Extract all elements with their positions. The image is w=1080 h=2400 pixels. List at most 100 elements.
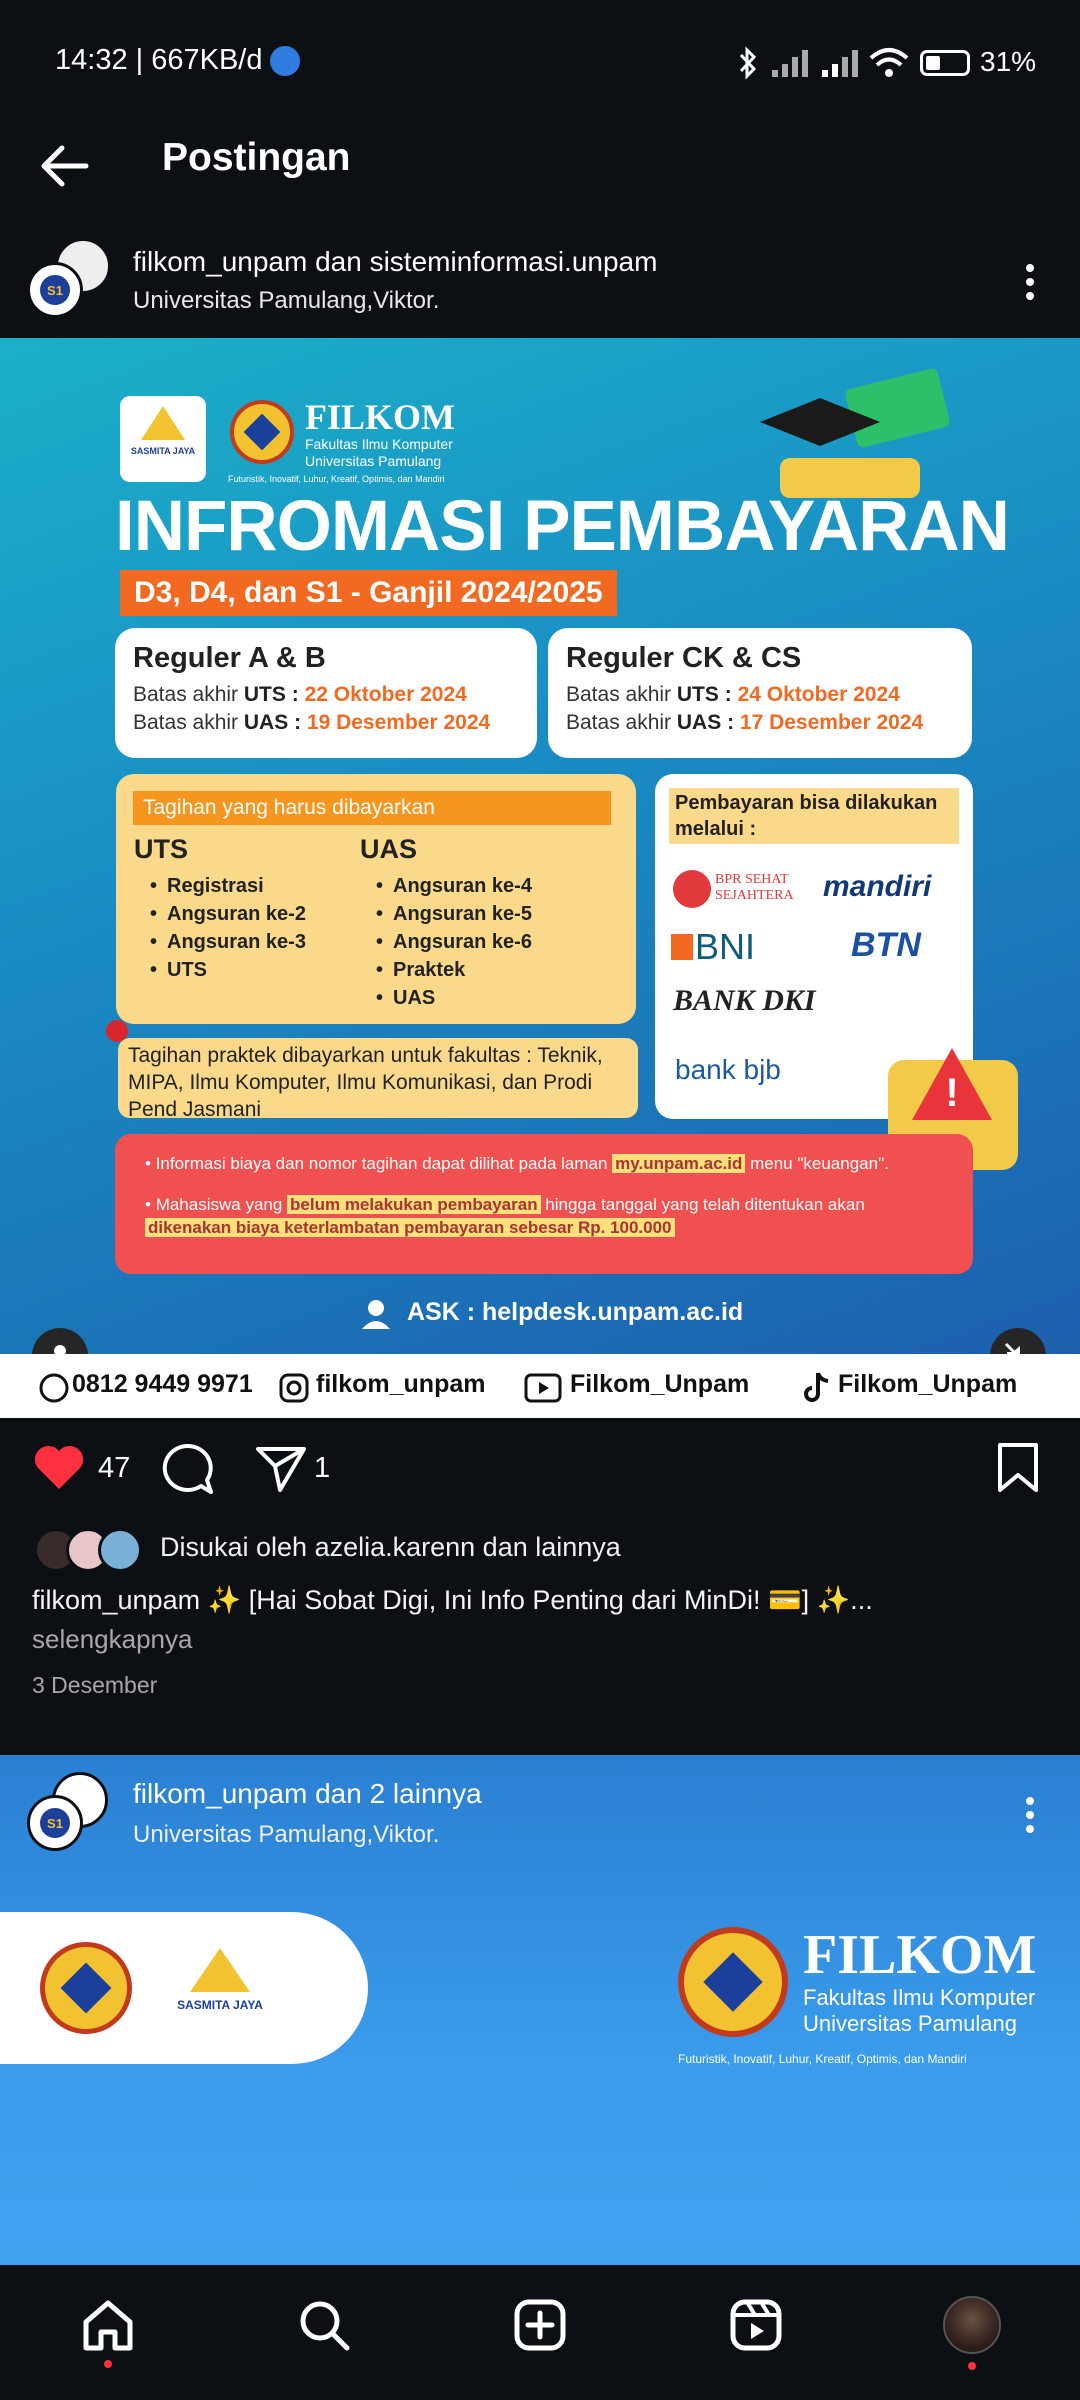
uts-list: Registrasi Angsuran ke-2 Angsuran ke-3 U… — [150, 872, 306, 984]
avatar[interactable]: S1 — [27, 1795, 83, 1851]
status-time: 14:32 | 667KB/d — [55, 44, 263, 76]
bank-btn: BTN — [851, 926, 921, 964]
nav-home[interactable] — [78, 2295, 138, 2355]
ask-helpdesk: ASK : helpdesk.unpam.ac.id — [407, 1298, 744, 1326]
liked-by-text: Disukai oleh azelia.karenn dan lainnya — [160, 1532, 621, 1562]
bottom-nav — [0, 2265, 1080, 2400]
liker-avatar-3 — [98, 1528, 142, 1572]
social-strip: 0812 9449 9971 filkom_unpam Filkom_Unpam… — [0, 1354, 1080, 1418]
info1-text: Informasi biaya dan nomor tagihan dapat … — [155, 1154, 613, 1173]
page-title: Postingan — [162, 136, 351, 179]
filkom-emblem — [230, 400, 294, 464]
post-location[interactable]: Universitas Pamulang,Viktor. — [133, 287, 439, 315]
bank-mandiri: mandiri — [823, 870, 932, 903]
info1-link: my.unpam.ac.id — [612, 1154, 746, 1173]
more-options-icon[interactable] — [1020, 260, 1040, 304]
info-item-1: • Informasi biaya dan nomor tagihan dapa… — [145, 1154, 889, 1173]
filkom-emblem-right — [678, 1927, 788, 2037]
reguler-ab-uas-date: 19 Desember 2024 — [306, 711, 491, 734]
battery-icon — [920, 50, 970, 76]
top-bar: Postingan — [0, 120, 1080, 220]
uas-item: Angsuran ke-6 — [376, 928, 532, 956]
signal-icon-2 — [822, 50, 858, 77]
reguler-ck-uas-prefix: Batas akhir — [566, 711, 677, 734]
sasmita-label: SASMITA JAYA — [177, 1998, 263, 2012]
helpdesk-icon — [362, 1300, 390, 1329]
instagram-icon — [279, 1373, 309, 1403]
post-location[interactable]: Universitas Pamulang,Viktor. — [133, 1821, 439, 1849]
poster-heading: INFROMASI PEMBAYARAN — [115, 487, 1010, 566]
tagihan-box: Tagihan yang harus dibayarkan UTS Regist… — [116, 774, 636, 1024]
info2-text-2: hingga tanggal yang telah ditentukan aka… — [540, 1195, 865, 1214]
s1-logo-icon: S1 — [40, 275, 70, 305]
post-username[interactable]: filkom_unpam dan sisteminformasi.unpam — [133, 246, 657, 278]
reguler-ab-uts-prefix: Batas akhir — [133, 683, 244, 706]
reguler-ab-uts-date: 22 Oktober 2024 — [304, 683, 467, 706]
nav-create[interactable] — [510, 2295, 570, 2355]
social-tiktok: Filkom_Unpam — [838, 1370, 1018, 1398]
filkom-sub2: Universitas Pamulang — [305, 453, 442, 469]
reguler-ck-title: Reguler CK & CS — [566, 642, 802, 674]
reels-icon — [730, 2299, 782, 2351]
post-caption[interactable]: filkom_unpam ✨ [Hai Sobat Digi, Ini Info… — [32, 1584, 1042, 1616]
wifi-icon — [869, 48, 909, 77]
reguler-ab-card: Reguler A & B Batas akhir UTS : 22 Oktob… — [115, 628, 537, 758]
info2-highlight-2: dikenakan biaya keterlambatan pembayaran… — [145, 1218, 675, 1237]
caption-more-link[interactable]: selengkapnya — [32, 1624, 192, 1655]
filkom-emblem — [40, 1942, 132, 2034]
s1-logo-icon: S1 — [40, 1808, 70, 1838]
add-post-icon — [514, 2299, 566, 2351]
nav-profile[interactable] — [942, 2295, 1002, 2355]
liked-by-row[interactable]: Disukai oleh azelia.karenn dan lainnya — [0, 1520, 1080, 1580]
tagihan-title: Tagihan yang harus dibayarkan — [133, 791, 611, 825]
filkom-title: FILKOM — [803, 1924, 1037, 1986]
nav-search[interactable] — [294, 2295, 354, 2355]
sasmita-logo: SASMITA JAYA — [165, 1948, 275, 2012]
praktek-note: Tagihan praktek dibayarkan untuk fakulta… — [118, 1038, 638, 1121]
reguler-ab-title: Reguler A & B — [133, 642, 326, 674]
reguler-ab-uas-prefix: Batas akhir — [133, 711, 244, 734]
reguler-ck-uas-label: UAS : — [676, 711, 740, 734]
bank-bni: BNI — [695, 926, 756, 967]
uas-title: UAS — [360, 834, 418, 864]
post-image[interactable]: SASMITA JAYA FILKOM Fakultas Ilmu Komput… — [0, 338, 1080, 1354]
search-icon — [300, 2301, 350, 2351]
social-phone: 0812 9449 9971 — [72, 1370, 253, 1398]
reguler-ck-uts-label: UTS : — [676, 683, 738, 706]
filkom-sub1: Fakultas Ilmu Komputer — [305, 436, 453, 452]
weather-icon — [270, 46, 300, 76]
user-tag-icon[interactable] — [32, 1328, 88, 1354]
battery-level: 31% — [980, 46, 1037, 77]
uas-item: UAS — [376, 984, 532, 1012]
nav-reels[interactable] — [726, 2295, 786, 2355]
post-header: S1 filkom_unpam dan sisteminformasi.unpa… — [0, 220, 1080, 338]
post-actions: 47 1 — [0, 1418, 1080, 1528]
bpr-logo-icon — [673, 870, 711, 908]
bank-bjb: bank bjb — [675, 1054, 781, 1085]
comment-icon[interactable] — [160, 1442, 216, 1496]
avatar[interactable]: S1 — [27, 262, 83, 318]
post-2[interactable]: S1 filkom_unpam dan 2 lainnya Universita… — [0, 1755, 1080, 2265]
heart-icon[interactable] — [32, 1442, 86, 1492]
bookmark-icon[interactable] — [996, 1442, 1040, 1494]
info-item-2: • Mahasiswa yang belum melakukan pembaya… — [145, 1195, 865, 1237]
bank-dki: BANK DKI — [673, 984, 816, 1017]
filkom-title: FILKOM — [305, 397, 455, 437]
home-notification-dot — [104, 2360, 112, 2368]
uts-item: Registrasi — [150, 872, 306, 900]
profile-avatar — [943, 2296, 1001, 2354]
likes-count[interactable]: 47 — [98, 1452, 130, 1485]
poster-subheading: D3, D4, dan S1 - Ganjil 2024/2025 — [120, 570, 617, 616]
post-date: 3 Desember — [32, 1672, 158, 1698]
status-bar: 14:32 | 667KB/d 31% — [0, 0, 1080, 120]
payment-title: Pembayaran bisa dilakukan melalui : — [669, 788, 959, 844]
post-username[interactable]: filkom_unpam dan 2 lainnya — [133, 1778, 482, 1810]
uas-item: Praktek — [376, 956, 532, 984]
uts-item: Angsuran ke-3 — [150, 928, 306, 956]
mute-icon[interactable] — [990, 1328, 1046, 1354]
back-arrow-icon[interactable] — [36, 142, 92, 190]
share-icon[interactable] — [254, 1444, 308, 1494]
bni-logo-icon — [671, 934, 693, 960]
more-options-icon[interactable] — [1020, 1793, 1040, 1837]
sasmita-logo: SASMITA JAYA — [120, 396, 206, 482]
